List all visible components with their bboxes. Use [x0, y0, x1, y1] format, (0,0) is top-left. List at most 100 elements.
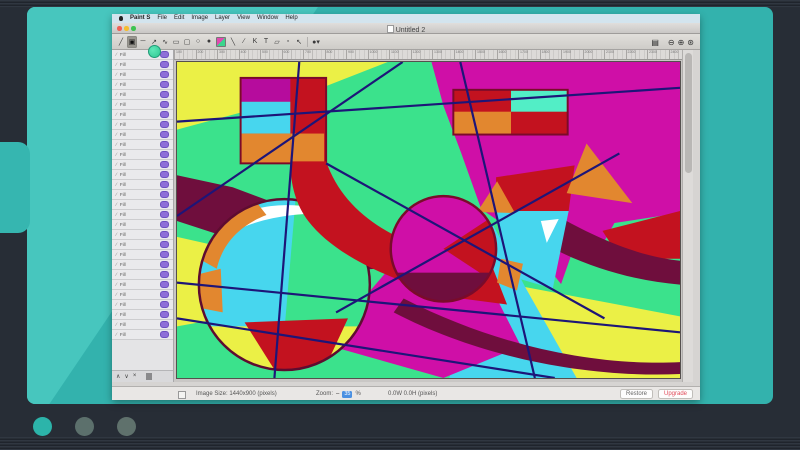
- vertical-scrollbar[interactable]: [682, 50, 693, 382]
- menu-item-window[interactable]: Window: [257, 14, 278, 23]
- picker-tool[interactable]: ↖: [294, 36, 304, 48]
- layer-visibility-eye-icon[interactable]: [160, 261, 169, 268]
- canvas-viewport[interactable]: [174, 60, 682, 382]
- text-tool[interactable]: T: [261, 36, 271, 48]
- curve-tool[interactable]: ∿: [160, 36, 170, 48]
- layer-visibility-eye-icon[interactable]: [160, 51, 169, 58]
- layer-row[interactable]: ∕Fill: [112, 260, 173, 270]
- brush-tool[interactable]: ╲: [228, 36, 238, 48]
- pencil2-tool[interactable]: ∕: [239, 36, 249, 48]
- pencil-tool[interactable]: ╱: [116, 36, 126, 48]
- new-layer-icon[interactable]: [146, 373, 152, 380]
- apple-menu-icon[interactable]: [119, 16, 123, 21]
- power-dot[interactable]: [33, 417, 52, 436]
- layer-row[interactable]: ∕Fill: [112, 150, 173, 160]
- layer-visibility-eye-icon[interactable]: [160, 81, 169, 88]
- layer-visibility-eye-icon[interactable]: [160, 141, 169, 148]
- layer-visibility-eye-icon[interactable]: [160, 331, 169, 338]
- layer-row[interactable]: ∕Fill: [112, 240, 173, 250]
- layer-visibility-eye-icon[interactable]: [160, 131, 169, 138]
- layer-row[interactable]: ∕Fill: [112, 120, 173, 130]
- shape-style-dropdown[interactable]: ●▾: [311, 36, 321, 48]
- layer-visibility-eye-icon[interactable]: [160, 281, 169, 288]
- layer-row[interactable]: ∕Fill: [112, 90, 173, 100]
- layer-visibility-eye-icon[interactable]: [160, 181, 169, 188]
- layer-row[interactable]: ∕Fill: [112, 280, 173, 290]
- layer-row[interactable]: ∕Fill: [112, 210, 173, 220]
- layer-row[interactable]: ∕Fill: [112, 310, 173, 320]
- statusbar-checkbox[interactable]: [178, 391, 186, 399]
- layer-visibility-eye-icon[interactable]: [160, 271, 169, 278]
- scrollbar-thumb[interactable]: [685, 53, 692, 173]
- layer-row[interactable]: ∕Fill: [112, 200, 173, 210]
- layer-row[interactable]: ∕Fill: [112, 180, 173, 190]
- layer-visibility-eye-icon[interactable]: [160, 121, 169, 128]
- current-color-well[interactable]: [148, 45, 161, 58]
- layer-visibility-eye-icon[interactable]: [160, 241, 169, 248]
- layer-row[interactable]: ∕Fill: [112, 130, 173, 140]
- dot-3[interactable]: [117, 417, 136, 436]
- layer-visibility-eye-icon[interactable]: [160, 171, 169, 178]
- layer-row[interactable]: ∕Fill: [112, 80, 173, 90]
- layer-visibility-eye-icon[interactable]: [160, 301, 169, 308]
- layer-visibility-eye-icon[interactable]: [160, 91, 169, 98]
- line-tool[interactable]: ─: [138, 36, 148, 48]
- layer-visibility-eye-icon[interactable]: [160, 311, 169, 318]
- layer-row[interactable]: ∕Fill: [112, 60, 173, 70]
- layer-row[interactable]: ∕Fill: [112, 300, 173, 310]
- menu-item-file[interactable]: File: [157, 14, 167, 23]
- menu-item-help[interactable]: Help: [285, 14, 297, 23]
- layer-row[interactable]: ∕Fill: [112, 320, 173, 330]
- export-image-button[interactable]: ▤: [651, 38, 659, 47]
- move-layer-down-button[interactable]: ∨: [124, 373, 128, 380]
- layer-visibility-eye-icon[interactable]: [160, 211, 169, 218]
- painting-canvas[interactable]: [177, 62, 680, 378]
- rounded-rect-tool[interactable]: ▢: [182, 36, 192, 48]
- layer-row[interactable]: ∕Fill: [112, 160, 173, 170]
- menu-app-name[interactable]: Paint S: [130, 14, 150, 23]
- zoom-fit-button[interactable]: ⊛: [687, 38, 694, 47]
- eraser-tool[interactable]: ▱: [272, 36, 282, 48]
- upgrade-button[interactable]: Upgrade: [658, 389, 693, 399]
- zoom-in-button[interactable]: ⊕: [678, 38, 685, 47]
- layer-row[interactable]: ∕Fill: [112, 220, 173, 230]
- layer-visibility-eye-icon[interactable]: [160, 321, 169, 328]
- region-select-tool[interactable]: ▫: [283, 36, 293, 48]
- menu-item-image[interactable]: Image: [191, 14, 208, 23]
- layer-visibility-eye-icon[interactable]: [160, 251, 169, 258]
- menu-item-layer[interactable]: Layer: [215, 14, 230, 23]
- layer-row[interactable]: ∕Fill: [112, 190, 173, 200]
- zoom-value[interactable]: 35: [342, 391, 352, 398]
- layer-row[interactable]: ∕Fill: [112, 100, 173, 110]
- layer-row[interactable]: ∕Fill: [112, 270, 173, 280]
- layer-visibility-eye-icon[interactable]: [160, 201, 169, 208]
- rectangle-tool[interactable]: ▭: [171, 36, 181, 48]
- filled-circle-tool[interactable]: ●: [204, 36, 214, 48]
- menu-item-edit[interactable]: Edit: [174, 14, 184, 23]
- layer-row[interactable]: ∕Fill: [112, 70, 173, 80]
- window-titlebar[interactable]: Untitled 2: [112, 23, 700, 34]
- menu-item-view[interactable]: View: [237, 14, 250, 23]
- layer-visibility-eye-icon[interactable]: [160, 151, 169, 158]
- layer-visibility-eye-icon[interactable]: [160, 71, 169, 78]
- select-tool[interactable]: ▣: [127, 36, 137, 48]
- layer-row[interactable]: ∕Fill: [112, 330, 173, 340]
- zoom-out-button[interactable]: ⊖: [668, 38, 675, 47]
- move-layer-up-button[interactable]: ∧: [116, 373, 120, 380]
- layer-visibility-eye-icon[interactable]: [160, 231, 169, 238]
- dot-2[interactable]: [75, 417, 94, 436]
- layer-visibility-eye-icon[interactable]: [160, 111, 169, 118]
- layer-row[interactable]: ∕Fill: [112, 290, 173, 300]
- layer-row[interactable]: ∕Fill: [112, 230, 173, 240]
- zoom-decrease-button[interactable]: –: [336, 391, 339, 397]
- layer-visibility-eye-icon[interactable]: [160, 221, 169, 228]
- layer-visibility-eye-icon[interactable]: [160, 191, 169, 198]
- layer-visibility-eye-icon[interactable]: [160, 161, 169, 168]
- gradient-swatch-tool[interactable]: [215, 36, 227, 48]
- ellipse-tool[interactable]: ○: [193, 36, 203, 48]
- layer-row[interactable]: ∕Fill: [112, 110, 173, 120]
- layer-visibility-eye-icon[interactable]: [160, 291, 169, 298]
- restore-button[interactable]: Restore: [620, 389, 653, 399]
- layer-visibility-eye-icon[interactable]: [160, 101, 169, 108]
- layer-row[interactable]: ∕Fill: [112, 250, 173, 260]
